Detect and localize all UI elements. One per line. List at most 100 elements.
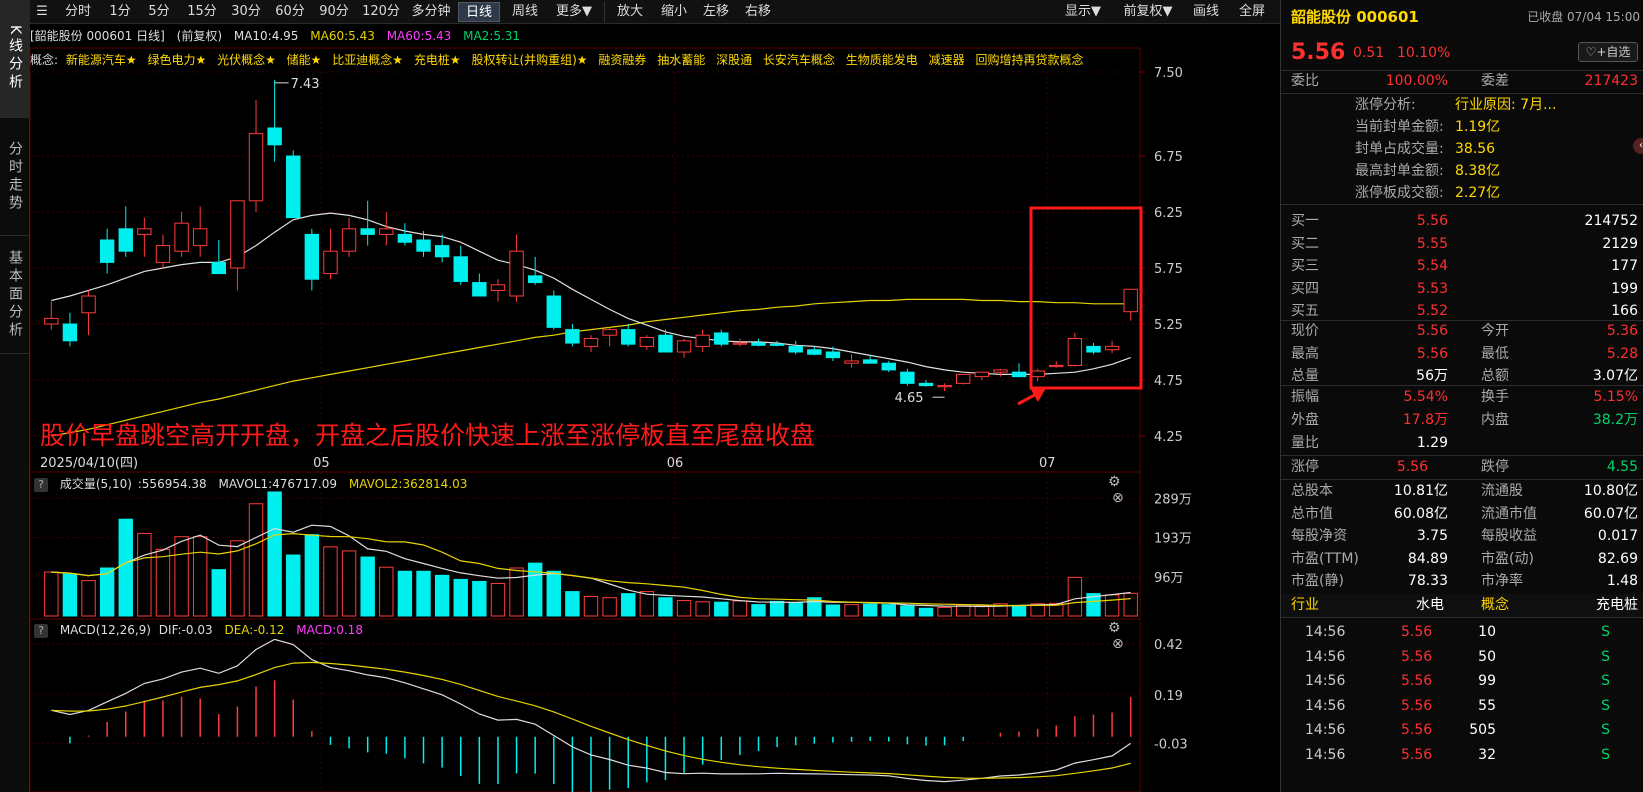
ma60a-value: MA60:5.43 [310,29,375,43]
period-90min[interactable]: 90分 [314,2,354,22]
concept-tag[interactable]: 长安汽车概念 [763,53,835,67]
zoom-in-button[interactable]: 放大 [610,2,650,22]
price-tick-label: 5.75 [1154,262,1183,277]
period-30min[interactable]: 30分 [226,2,266,22]
concept-value[interactable]: 充电桩 [1596,594,1638,617]
date-label: 05 [313,456,330,471]
volume-tick-label: 193万 [1154,532,1192,547]
close-icon[interactable]: ⊗ [1112,636,1124,652]
concept-tag[interactable]: 回购增持再贷款概念 [975,53,1083,67]
bid-row[interactable]: 买三 5.54 177 [1281,255,1643,277]
fundamental-label: 总股本 [1291,483,1333,499]
nav-timeshare[interactable]: 分时走势 [0,118,30,236]
concept-tag[interactable]: 抽水蓄能 [657,53,705,67]
concept-bar: 概念: 新能源汽车★ 绿色电力★ 光伏概念★ 储能★ 比亚迪概念★ 充电桩★ 股… [30,50,1090,70]
adjust-dropdown[interactable]: 前复权▼ [1114,2,1182,22]
volume-bar [769,600,785,617]
concept-label: 概念 [1481,597,1509,613]
period-120min[interactable]: 120分 [358,2,404,22]
period-1min[interactable]: 1分 [104,2,136,22]
concept-tag[interactable]: 股权转让(并购重组)★ [471,53,587,67]
period-weekly[interactable]: 周线 [504,2,546,22]
zoom-out-button[interactable]: 缩小 [654,2,694,22]
concept-tag[interactable]: 比亚迪概念★ [332,53,403,67]
fundamental-label: 总市值 [1291,505,1333,522]
period-multi-min[interactable]: 多分钟 [408,2,454,22]
bid-label: 买三 [1291,258,1319,274]
limit-down-label: 跌停 [1481,459,1509,475]
candle-body [1104,345,1120,351]
stat-label: 最低 [1481,345,1509,362]
volume-bar [844,604,859,617]
gear-icon[interactable]: ⚙ [1108,620,1121,636]
help-icon[interactable]: ? [34,624,48,638]
move-right-button[interactable]: 右移 [738,2,778,22]
display-dropdown[interactable]: 显示▼ [1056,2,1110,22]
price-change: 0.51 [1353,45,1385,61]
candle-body [788,345,803,353]
volume-bar [81,580,96,617]
kline-chart[interactable]: 7.50 6.75 6.25 5.75 5.25 4.75 4.25 2025/04/10(四… [30,24,1280,792]
concept-tag[interactable]: 融资融券 [598,53,646,67]
add-watch-button[interactable]: ♡+自选 [1578,42,1638,62]
bid-volume: 214752 [1584,213,1638,229]
add-watch-label: +自选 [1596,45,1631,59]
nav-kline-analysis[interactable]: K线分析 [0,0,30,118]
mavol1-value: MAVOL1:476717.09 [218,477,338,491]
price-tick-label: 7.50 [1154,66,1183,81]
weicha-label: 委差 [1481,73,1509,89]
gear-icon[interactable]: ⚙ [1108,474,1121,490]
period-15min[interactable]: 15分 [182,2,222,22]
toolbar-menu-icon[interactable]: ☰ [34,2,50,22]
candle-body [360,228,375,235]
limit-analysis-value: 2.27亿 [1455,185,1501,201]
period-timeshare[interactable]: 分时 [58,2,98,22]
concept-tag[interactable]: 减速器 [929,53,965,67]
fullscreen-button[interactable]: 全屏 [1230,2,1274,22]
tick-direction: S [1601,624,1610,640]
bid-row[interactable]: 买一 5.56 214752 [1281,210,1643,232]
price-change-pct: 10.10% [1397,45,1451,61]
price-info-bar: [韶能股份 000601 日线] (前复权) MA10:4.95 MA60:5.… [30,26,528,46]
candle-body [397,233,413,243]
industry-label: 行业 [1291,597,1319,613]
macd-value: MACD:0.18 [296,623,363,637]
candle-body [583,338,599,347]
limit-analysis-value: 38.56 [1455,141,1496,157]
limit-up-value: 5.56 [1396,459,1428,475]
limit-analysis-value[interactable]: 行业原因: 7月... [1455,94,1556,116]
move-left-button[interactable]: 左移 [696,2,736,22]
stat-row: 总量 56万 总额 3.07亿 [1281,365,1643,387]
fundamental-row: 每股净资 3.75 每股收益 0.017 [1281,525,1643,547]
bid-label: 买二 [1291,235,1319,252]
concept-tag[interactable]: 新能源汽车★ [66,53,137,67]
candle-body [416,239,431,252]
concept-tag[interactable]: 生物质能发电 [846,53,918,67]
concept-tag[interactable]: 储能★ [287,53,322,67]
concept-tag[interactable]: 深股通 [716,53,752,67]
bid-row[interactable]: 买二 5.55 2129 [1281,233,1643,255]
help-icon[interactable]: ? [34,478,48,492]
concept-tag[interactable]: 充电桩★ [414,53,461,67]
stat-row: 量比 1.29 [1281,432,1643,454]
industry-value[interactable]: 水电 [1416,594,1444,617]
volume-bar [509,567,524,617]
mavol2-value: MAVOL2:362814.03 [348,477,468,491]
close-icon[interactable]: ⊗ [1112,490,1124,506]
volume-bar [658,597,673,617]
concept-tag[interactable]: 绿色电力★ [147,53,206,67]
candle-body [62,323,78,342]
period-more-dropdown[interactable]: 更多▼ [550,2,598,22]
bid-row[interactable]: 买四 5.53 199 [1281,278,1643,300]
period-daily[interactable]: 日线 [458,2,500,22]
concept-tag[interactable]: 光伏概念★ [217,53,276,67]
nav-fundamentals[interactable]: 基本面分析 [0,236,30,354]
draw-line-button[interactable]: 画线 [1186,2,1226,22]
chart-area[interactable]: 7.50 6.75 6.25 5.75 5.25 4.75 4.25 2025/04/10(四… [30,24,1280,792]
candle-body [1011,371,1027,378]
bid-row[interactable]: 买五 5.52 166 [1281,300,1643,322]
price-row: 5.56 0.51 10.10% ♡+自选 [1281,38,1643,68]
weibi-value: 100.00% [1385,73,1448,89]
period-60min[interactable]: 60分 [270,2,310,22]
period-5min[interactable]: 5分 [142,2,176,22]
